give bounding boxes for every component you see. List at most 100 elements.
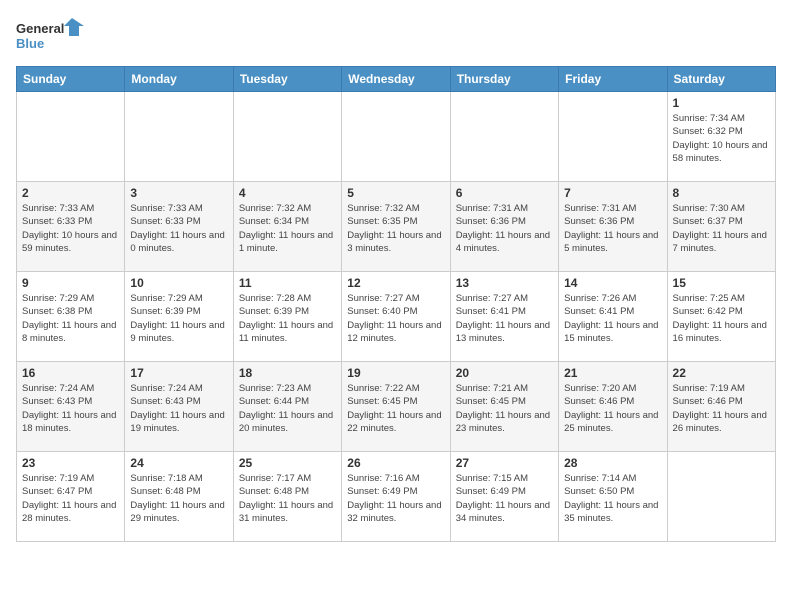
calendar-cell: 11 Sunrise: 7:28 AM Sunset: 6:39 PM Dayli… bbox=[233, 272, 341, 362]
day-number: 9 bbox=[22, 276, 119, 290]
calendar-cell: 28 Sunrise: 7:14 AM Sunset: 6:50 PM Dayli… bbox=[559, 452, 667, 542]
day-header-monday: Monday bbox=[125, 67, 233, 92]
day-info: Sunrise: 7:32 AM Sunset: 6:34 PM Dayligh… bbox=[239, 202, 336, 255]
day-info: Sunrise: 7:29 AM Sunset: 6:38 PM Dayligh… bbox=[22, 292, 119, 345]
logo-svg: General Blue bbox=[16, 16, 86, 56]
day-info: Sunrise: 7:31 AM Sunset: 6:36 PM Dayligh… bbox=[456, 202, 553, 255]
calendar-cell: 10 Sunrise: 7:29 AM Sunset: 6:39 PM Dayli… bbox=[125, 272, 233, 362]
calendar-cell bbox=[450, 92, 558, 182]
day-number: 12 bbox=[347, 276, 444, 290]
calendar-cell: 19 Sunrise: 7:22 AM Sunset: 6:45 PM Dayli… bbox=[342, 362, 450, 452]
day-info: Sunrise: 7:24 AM Sunset: 6:43 PM Dayligh… bbox=[130, 382, 227, 435]
day-number: 22 bbox=[673, 366, 770, 380]
svg-text:General: General bbox=[16, 21, 64, 36]
calendar-week-row: 9 Sunrise: 7:29 AM Sunset: 6:38 PM Daylig… bbox=[17, 272, 776, 362]
calendar-cell: 9 Sunrise: 7:29 AM Sunset: 6:38 PM Daylig… bbox=[17, 272, 125, 362]
day-info: Sunrise: 7:33 AM Sunset: 6:33 PM Dayligh… bbox=[130, 202, 227, 255]
day-info: Sunrise: 7:19 AM Sunset: 6:46 PM Dayligh… bbox=[673, 382, 770, 435]
day-number: 2 bbox=[22, 186, 119, 200]
day-number: 11 bbox=[239, 276, 336, 290]
day-info: Sunrise: 7:31 AM Sunset: 6:36 PM Dayligh… bbox=[564, 202, 661, 255]
day-info: Sunrise: 7:21 AM Sunset: 6:45 PM Dayligh… bbox=[456, 382, 553, 435]
calendar-week-row: 23 Sunrise: 7:19 AM Sunset: 6:47 PM Dayli… bbox=[17, 452, 776, 542]
calendar-cell: 7 Sunrise: 7:31 AM Sunset: 6:36 PM Daylig… bbox=[559, 182, 667, 272]
day-number: 3 bbox=[130, 186, 227, 200]
day-info: Sunrise: 7:17 AM Sunset: 6:48 PM Dayligh… bbox=[239, 472, 336, 525]
calendar-cell bbox=[559, 92, 667, 182]
day-info: Sunrise: 7:28 AM Sunset: 6:39 PM Dayligh… bbox=[239, 292, 336, 345]
day-info: Sunrise: 7:18 AM Sunset: 6:48 PM Dayligh… bbox=[130, 472, 227, 525]
calendar-cell: 17Sunrise: 7:24 AM Sunset: 6:43 PM Dayli… bbox=[125, 362, 233, 452]
calendar-cell: 27Sunrise: 7:15 AM Sunset: 6:49 PM Dayli… bbox=[450, 452, 558, 542]
day-info: Sunrise: 7:32 AM Sunset: 6:35 PM Dayligh… bbox=[347, 202, 444, 255]
day-number: 10 bbox=[130, 276, 227, 290]
day-info: Sunrise: 7:14 AM Sunset: 6:50 PM Dayligh… bbox=[564, 472, 661, 525]
day-number: 26 bbox=[347, 456, 444, 470]
day-number: 6 bbox=[456, 186, 553, 200]
calendar-cell: 24 Sunrise: 7:18 AM Sunset: 6:48 PM Dayli… bbox=[125, 452, 233, 542]
calendar-cell bbox=[233, 92, 341, 182]
calendar-cell: 15 Sunrise: 7:25 AM Sunset: 6:42 PM Dayli… bbox=[667, 272, 775, 362]
calendar-cell bbox=[125, 92, 233, 182]
day-info: Sunrise: 7:23 AM Sunset: 6:44 PM Dayligh… bbox=[239, 382, 336, 435]
calendar-cell: 12 Sunrise: 7:27 AM Sunset: 6:40 PM Dayli… bbox=[342, 272, 450, 362]
day-number: 20 bbox=[456, 366, 553, 380]
day-info: Sunrise: 7:34 AM Sunset: 6:32 PM Dayligh… bbox=[673, 112, 770, 165]
day-number: 28 bbox=[564, 456, 661, 470]
day-info: Sunrise: 7:27 AM Sunset: 6:40 PM Dayligh… bbox=[347, 292, 444, 345]
calendar-table: SundayMondayTuesdayWednesdayThursdayFrid… bbox=[16, 66, 776, 542]
calendar-cell: 23 Sunrise: 7:19 AM Sunset: 6:47 PM Dayli… bbox=[17, 452, 125, 542]
calendar-cell bbox=[17, 92, 125, 182]
calendar-cell: 16 Sunrise: 7:24 AM Sunset: 6:43 PM Dayli… bbox=[17, 362, 125, 452]
calendar-cell: 5 Sunrise: 7:32 AM Sunset: 6:35 PM Daylig… bbox=[342, 182, 450, 272]
day-number: 23 bbox=[22, 456, 119, 470]
day-number: 24 bbox=[130, 456, 227, 470]
calendar-cell: 14 Sunrise: 7:26 AM Sunset: 6:41 PM Dayli… bbox=[559, 272, 667, 362]
calendar-cell: 21 Sunrise: 7:20 AM Sunset: 6:46 PM Dayli… bbox=[559, 362, 667, 452]
calendar-cell: 13 Sunrise: 7:27 AM Sunset: 6:41 PM Dayli… bbox=[450, 272, 558, 362]
day-header-thursday: Thursday bbox=[450, 67, 558, 92]
day-info: Sunrise: 7:19 AM Sunset: 6:47 PM Dayligh… bbox=[22, 472, 119, 525]
day-number: 5 bbox=[347, 186, 444, 200]
svg-text:Blue: Blue bbox=[16, 36, 44, 51]
day-info: Sunrise: 7:33 AM Sunset: 6:33 PM Dayligh… bbox=[22, 202, 119, 255]
day-info: Sunrise: 7:16 AM Sunset: 6:49 PM Dayligh… bbox=[347, 472, 444, 525]
calendar-week-row: 16 Sunrise: 7:24 AM Sunset: 6:43 PM Dayli… bbox=[17, 362, 776, 452]
day-number: 1 bbox=[673, 96, 770, 110]
day-info: Sunrise: 7:25 AM Sunset: 6:42 PM Dayligh… bbox=[673, 292, 770, 345]
day-number: 19 bbox=[347, 366, 444, 380]
day-number: 14 bbox=[564, 276, 661, 290]
calendar-cell: 26 Sunrise: 7:16 AM Sunset: 6:49 PM Dayli… bbox=[342, 452, 450, 542]
day-header-sunday: Sunday bbox=[17, 67, 125, 92]
day-header-tuesday: Tuesday bbox=[233, 67, 341, 92]
day-number: 4 bbox=[239, 186, 336, 200]
day-number: 25 bbox=[239, 456, 336, 470]
calendar-cell: 4 Sunrise: 7:32 AM Sunset: 6:34 PM Daylig… bbox=[233, 182, 341, 272]
page-header: General Blue bbox=[16, 16, 776, 56]
calendar-cell: 2 Sunrise: 7:33 AM Sunset: 6:33 PM Daylig… bbox=[17, 182, 125, 272]
day-number: 13 bbox=[456, 276, 553, 290]
day-number: 21 bbox=[564, 366, 661, 380]
calendar-cell: 8Sunrise: 7:30 AM Sunset: 6:37 PM Daylig… bbox=[667, 182, 775, 272]
day-info: Sunrise: 7:20 AM Sunset: 6:46 PM Dayligh… bbox=[564, 382, 661, 435]
calendar-cell: 6 Sunrise: 7:31 AM Sunset: 6:36 PM Daylig… bbox=[450, 182, 558, 272]
day-info: Sunrise: 7:24 AM Sunset: 6:43 PM Dayligh… bbox=[22, 382, 119, 435]
day-number: 16 bbox=[22, 366, 119, 380]
day-number: 15 bbox=[673, 276, 770, 290]
day-number: 8 bbox=[673, 186, 770, 200]
day-info: Sunrise: 7:26 AM Sunset: 6:41 PM Dayligh… bbox=[564, 292, 661, 345]
calendar-header-row: SundayMondayTuesdayWednesdayThursdayFrid… bbox=[17, 67, 776, 92]
day-header-wednesday: Wednesday bbox=[342, 67, 450, 92]
day-info: Sunrise: 7:15 AM Sunset: 6:49 PM Dayligh… bbox=[456, 472, 553, 525]
calendar-cell: 3 Sunrise: 7:33 AM Sunset: 6:33 PM Daylig… bbox=[125, 182, 233, 272]
calendar-cell: 18Sunrise: 7:23 AM Sunset: 6:44 PM Dayli… bbox=[233, 362, 341, 452]
calendar-week-row: 2 Sunrise: 7:33 AM Sunset: 6:33 PM Daylig… bbox=[17, 182, 776, 272]
day-info: Sunrise: 7:27 AM Sunset: 6:41 PM Dayligh… bbox=[456, 292, 553, 345]
calendar-cell: 22 Sunrise: 7:19 AM Sunset: 6:46 PM Dayli… bbox=[667, 362, 775, 452]
calendar-week-row: 1 Sunrise: 7:34 AM Sunset: 6:32 PM Daylig… bbox=[17, 92, 776, 182]
day-number: 7 bbox=[564, 186, 661, 200]
day-info: Sunrise: 7:29 AM Sunset: 6:39 PM Dayligh… bbox=[130, 292, 227, 345]
day-info: Sunrise: 7:22 AM Sunset: 6:45 PM Dayligh… bbox=[347, 382, 444, 435]
logo: General Blue bbox=[16, 16, 86, 56]
calendar-cell bbox=[667, 452, 775, 542]
